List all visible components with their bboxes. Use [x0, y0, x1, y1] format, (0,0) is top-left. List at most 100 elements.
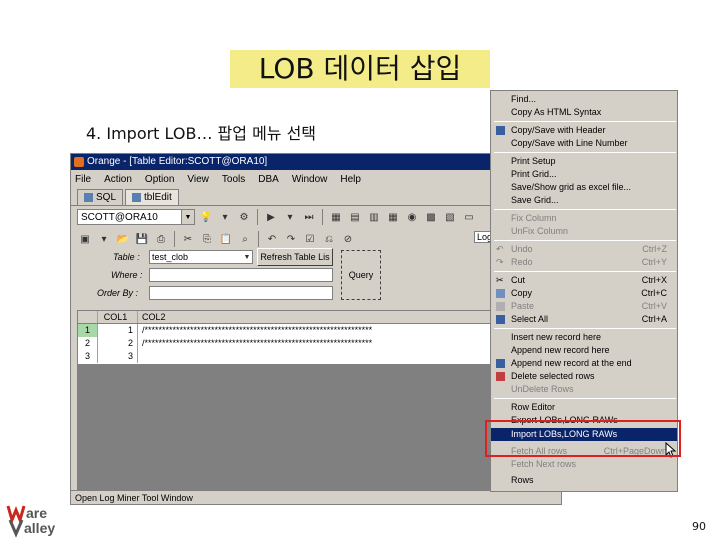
column-header-col1[interactable]: COL1: [98, 311, 138, 323]
save-icon[interactable]: 💾: [134, 231, 150, 247]
table-row[interactable]: 2 2 /***********************************…: [78, 337, 496, 350]
column-header-col2[interactable]: COL2: [138, 311, 496, 323]
chevron-down-icon[interactable]: ▼: [241, 250, 253, 264]
menu-item-label: Fetch Next rows: [511, 459, 577, 469]
table-select[interactable]: test_clob: [149, 250, 253, 264]
warevalley-logo: are alley: [6, 500, 72, 540]
tab-sql-label: SQL: [96, 192, 117, 203]
select-all-icon: [496, 315, 505, 324]
rollback-icon[interactable]: ⎌: [321, 231, 337, 247]
cut-icon[interactable]: ✂: [180, 231, 196, 247]
refresh-table-list-button[interactable]: Refresh Table Lis: [257, 248, 333, 266]
where-input[interactable]: [149, 268, 333, 282]
cell-col1[interactable]: 1: [98, 324, 138, 337]
grid-view-icon[interactable]: ▦: [385, 209, 401, 225]
cell-col2[interactable]: /***************************************…: [138, 324, 496, 337]
undo-icon[interactable]: ↶: [264, 231, 280, 247]
settings-icon[interactable]: ⚙: [236, 209, 252, 225]
menu-item-append-record-here[interactable]: Append new record here: [491, 344, 677, 357]
copy-icon[interactable]: ⎘: [199, 231, 215, 247]
menu-item-undo[interactable]: ↶ Undo Ctrl+Z: [491, 243, 677, 256]
session-icon[interactable]: ◉: [404, 209, 420, 225]
chevron-down-icon[interactable]: ▾: [96, 231, 112, 247]
menu-item-append-record-end[interactable]: Append new record at the end: [491, 357, 677, 370]
menu-window[interactable]: Window: [292, 174, 328, 185]
lock-icon[interactable]: ▩: [423, 209, 439, 225]
menu-option[interactable]: Option: [145, 174, 174, 185]
orderby-input[interactable]: [149, 286, 333, 300]
find-icon[interactable]: ⌕: [237, 231, 253, 247]
window-icon[interactable]: ▭: [461, 209, 477, 225]
editor-icon[interactable]: ▣: [77, 231, 93, 247]
menu-view[interactable]: View: [187, 174, 209, 185]
menu-action[interactable]: Action: [104, 174, 132, 185]
menu-tools[interactable]: Tools: [222, 174, 245, 185]
menu-item-save-grid[interactable]: Save Grid...: [491, 194, 677, 207]
menu-separator: [494, 398, 676, 399]
table-icon[interactable]: ▥: [366, 209, 382, 225]
menu-item-copy-save-line-number[interactable]: Copy/Save with Line Number: [491, 137, 677, 150]
main-toolbar: SCOTT@ORA10 ▼ 💡 ▾ ⚙ ▶ ▾ ⏭ ▦ ▤ ▥ ▦ ◉ ▩ ▧ …: [71, 206, 561, 228]
redo-icon: ↷: [496, 257, 504, 267]
paste-icon[interactable]: 📋: [218, 231, 234, 247]
menu-item-copy-as-html[interactable]: Copy As HTML Syntax: [491, 106, 677, 119]
explain-icon[interactable]: ▦: [328, 209, 344, 225]
menu-item-label: Print Grid...: [511, 169, 557, 179]
menu-item-redo[interactable]: ↷ Redo Ctrl+Y: [491, 256, 677, 269]
run-icon[interactable]: ▶: [263, 209, 279, 225]
menu-item-copy[interactable]: Copy Ctrl+C: [491, 287, 677, 300]
menu-item-fix-column[interactable]: Fix Column: [491, 212, 677, 225]
menu-item-rows[interactable]: Rows: [491, 474, 677, 487]
menu-item-unfix-column[interactable]: UnFix Column: [491, 225, 677, 238]
stop-icon[interactable]: ⊘: [340, 231, 356, 247]
cell-col1[interactable]: 3: [98, 350, 138, 363]
cell-col1[interactable]: 2: [98, 337, 138, 350]
menu-item-print-grid[interactable]: Print Grid...: [491, 168, 677, 181]
sql-tab-icon: [84, 193, 93, 202]
menu-item-save-excel[interactable]: Save/Show grid as excel file...: [491, 181, 677, 194]
row-number: 1: [78, 324, 98, 337]
menu-help[interactable]: Help: [340, 174, 361, 185]
delete-rows-icon: [496, 372, 505, 381]
menu-item-print-setup[interactable]: Print Setup: [491, 155, 677, 168]
menu-dba[interactable]: DBA: [258, 174, 279, 185]
menu-item-insert-record[interactable]: Insert new record here: [491, 331, 677, 344]
menu-item-fetch-next-rows[interactable]: Fetch Next rows: [491, 458, 677, 471]
menu-file[interactable]: File: [75, 174, 91, 185]
lightbulb-icon[interactable]: 💡: [198, 209, 214, 225]
tab-sql[interactable]: SQL: [77, 189, 124, 205]
connection-select[interactable]: SCOTT@ORA10 ▼: [77, 209, 195, 225]
table-value: test_clob: [152, 252, 189, 262]
chevron-down-icon[interactable]: ▾: [282, 209, 298, 225]
where-label: Where :: [111, 270, 143, 280]
chevron-down-icon[interactable]: ▾: [217, 209, 233, 225]
toolbar-divider: [258, 231, 259, 247]
menu-item-shortcut: Ctrl+Y: [641, 257, 667, 267]
print-icon[interactable]: ⎙: [153, 231, 169, 247]
menu-item-undelete-rows[interactable]: UnDelete Rows: [491, 383, 677, 396]
chart-icon[interactable]: ▧: [442, 209, 458, 225]
orderby-label: Order By :: [97, 288, 139, 298]
menu-item-label: Insert new record here: [511, 332, 602, 342]
query-button[interactable]: Query: [341, 250, 381, 300]
cell-col2[interactable]: /***************************************…: [138, 337, 496, 350]
menu-bar: File Action Option View Tools DBA Window…: [71, 170, 561, 188]
step-icon[interactable]: ⏭: [301, 209, 317, 225]
menu-item-find[interactable]: Find...: [491, 93, 677, 106]
table-row[interactable]: 3 3: [78, 350, 496, 363]
menu-item-label: Copy As HTML Syntax: [511, 107, 602, 117]
tab-tbledit[interactable]: tblEdit: [125, 189, 179, 205]
open-file-icon[interactable]: 📂: [115, 231, 131, 247]
table-row[interactable]: 1 1 /***********************************…: [78, 324, 496, 337]
commit-icon[interactable]: ☑: [302, 231, 318, 247]
menu-item-select-all[interactable]: Select All Ctrl+A: [491, 313, 677, 326]
menu-item-paste[interactable]: Paste Ctrl+V: [491, 300, 677, 313]
slide-title: LOB 데이터 삽입: [230, 50, 490, 88]
menu-item-delete-rows[interactable]: Delete selected rows: [491, 370, 677, 383]
cell-col2[interactable]: [138, 350, 496, 363]
menu-item-cut[interactable]: ✂ Cut Ctrl+X: [491, 274, 677, 287]
menu-item-row-editor[interactable]: Row Editor: [491, 401, 677, 414]
grid-icon[interactable]: ▤: [347, 209, 363, 225]
redo-icon[interactable]: ↷: [283, 231, 299, 247]
menu-item-copy-save-header[interactable]: Copy/Save with Header: [491, 124, 677, 137]
